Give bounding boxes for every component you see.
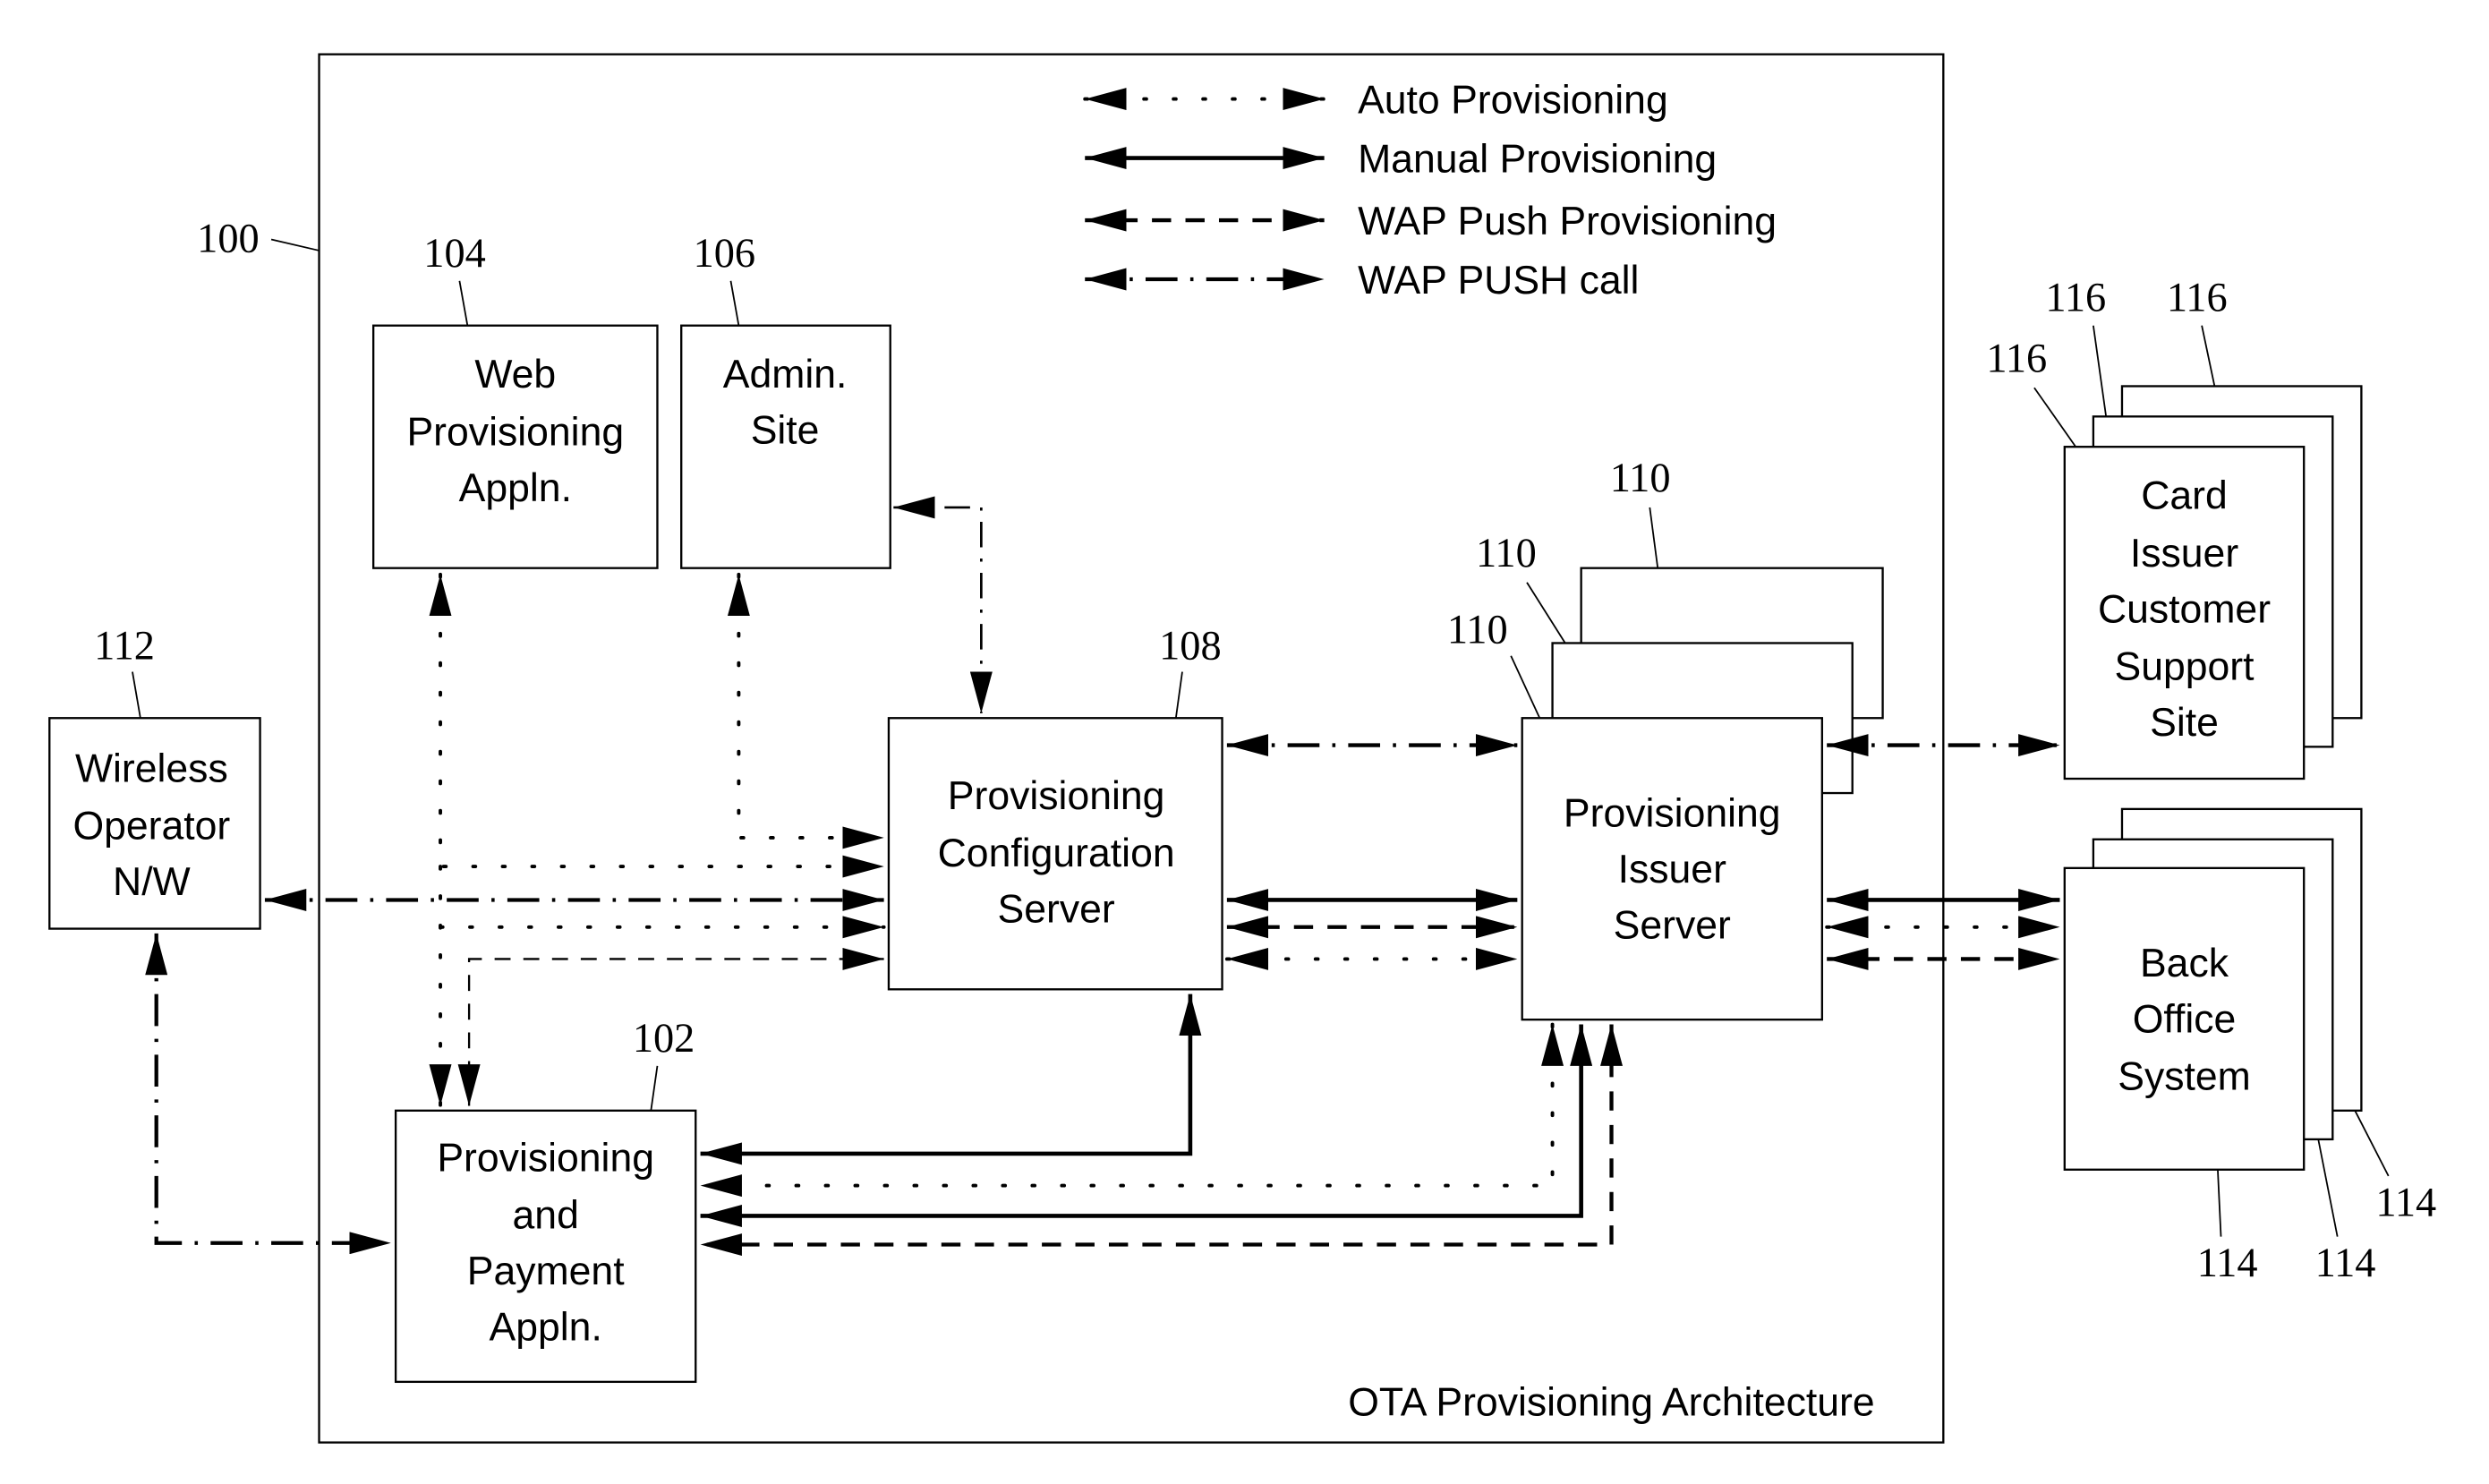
svg-text:Appln.: Appln. xyxy=(459,466,572,510)
ref-label: 114 xyxy=(2197,1241,2258,1286)
ref-label: 116 xyxy=(2167,276,2228,321)
legend-label-wap-push-call: WAP PUSH call xyxy=(1358,259,1639,303)
svg-text:Server: Server xyxy=(998,887,1115,931)
node-back-office: Back Office System 114 114 114 xyxy=(2063,807,2436,1286)
ref-label: 116 xyxy=(1986,336,2047,381)
ref-label: 114 xyxy=(2375,1180,2436,1225)
svg-text:Provisioning: Provisioning xyxy=(406,410,624,454)
ref-label: 106 xyxy=(694,231,756,277)
svg-text:Web: Web xyxy=(474,353,556,397)
svg-text:Payment: Payment xyxy=(467,1249,625,1293)
ref-label: 104 xyxy=(423,231,486,277)
svg-text:Admin.: Admin. xyxy=(723,353,848,397)
node-wireless-operator: Wireless Operator N/W 112 xyxy=(48,623,261,930)
ref-label: 102 xyxy=(633,1016,695,1062)
svg-text:Wireless: Wireless xyxy=(75,747,228,791)
svg-text:Operator: Operator xyxy=(72,805,230,849)
ref-label: 110 xyxy=(1610,456,1671,501)
ref-label: 116 xyxy=(2045,276,2106,321)
svg-text:Card: Card xyxy=(2141,474,2228,518)
ref-label: 114 xyxy=(2315,1241,2376,1286)
leader-system xyxy=(270,238,320,252)
legend-label-auto: Auto Provisioning xyxy=(1358,79,1668,123)
ref-label: 108 xyxy=(1159,623,1222,669)
svg-text:Appln.: Appln. xyxy=(490,1306,602,1350)
node-card-issuer-support: Card Issuer Customer Support Site 116 11… xyxy=(1986,276,2363,780)
svg-text:Customer: Customer xyxy=(2098,587,2271,631)
ref-label: 112 xyxy=(94,623,155,669)
ref-label: 110 xyxy=(1476,531,1537,576)
svg-text:N/W: N/W xyxy=(113,860,191,904)
diagram-caption: OTA Provisioning Architecture xyxy=(1348,1380,1874,1424)
ref-label: 110 xyxy=(1447,607,1508,652)
svg-text:Issuer: Issuer xyxy=(1618,848,1726,891)
svg-text:Configuration: Configuration xyxy=(938,832,1175,875)
svg-text:Provisioning: Provisioning xyxy=(948,774,1165,818)
svg-text:System: System xyxy=(2118,1055,2251,1099)
legend-label-manual: Manual Provisioning xyxy=(1358,138,1717,182)
ref-label-system: 100 xyxy=(197,217,260,262)
svg-text:Support: Support xyxy=(2114,644,2255,688)
svg-text:Office: Office xyxy=(2133,997,2237,1041)
svg-text:and: and xyxy=(513,1194,579,1238)
svg-text:Server: Server xyxy=(1614,903,1731,947)
legend-label-wap-push-prov: WAP Push Provisioning xyxy=(1358,200,1777,243)
svg-text:Provisioning: Provisioning xyxy=(437,1137,654,1181)
ota-provisioning-diagram: 100 OTA Provisioning Architecture Auto P… xyxy=(48,53,2436,1444)
svg-text:Issuer: Issuer xyxy=(2130,532,2238,576)
svg-text:Back: Back xyxy=(2140,942,2229,985)
svg-text:Site: Site xyxy=(751,409,820,453)
svg-text:Site: Site xyxy=(2150,701,2219,745)
svg-text:Provisioning: Provisioning xyxy=(1564,791,1781,835)
